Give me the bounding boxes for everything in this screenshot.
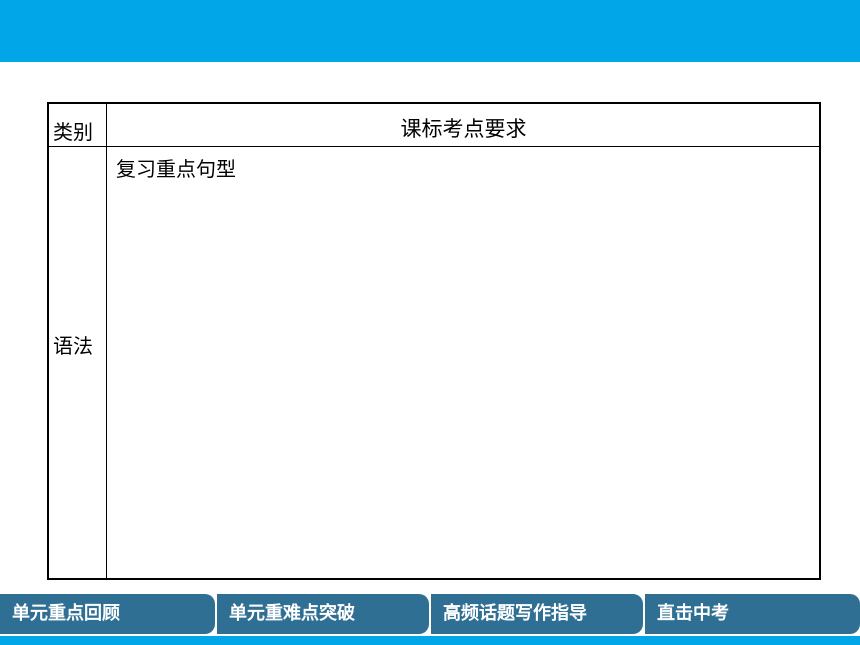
table-header-requirement: 课标考点要求: [400, 117, 527, 141]
top-banner: [0, 0, 860, 62]
tab-exam-practice[interactable]: 直击中考: [645, 594, 860, 634]
tab-key-difficulties[interactable]: 单元重难点突破: [217, 594, 429, 634]
table-header-category: 类别: [53, 120, 93, 144]
tab-unit-review[interactable]: 单元重点回顾: [0, 594, 215, 634]
table-column-divider: [106, 104, 107, 580]
bottom-nav-underline: [0, 636, 860, 645]
table-cell-content: 复习重点句型: [116, 157, 236, 181]
table-cell-category: 语法: [53, 334, 93, 358]
table-header-divider: [49, 146, 821, 147]
tab-writing-guide[interactable]: 高频话题写作指导: [431, 594, 643, 634]
